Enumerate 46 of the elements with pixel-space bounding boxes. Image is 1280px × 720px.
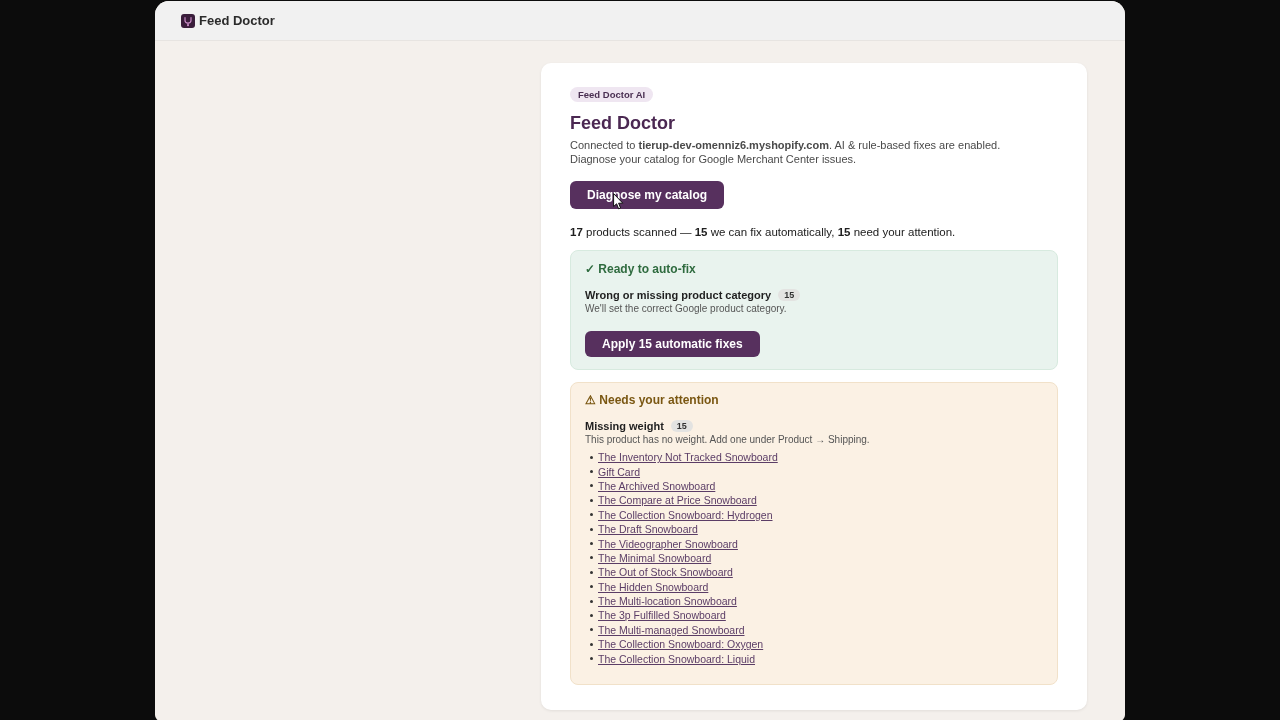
product-link[interactable]: The Compare at Price Snowboard (598, 493, 757, 508)
product-link[interactable]: The Collection Snowboard: Hydrogen (598, 507, 773, 522)
product-link[interactable]: The Collection Snowboard: Oxygen (598, 637, 764, 652)
count-badge: 15 (670, 420, 693, 432)
bullet-icon (590, 527, 593, 531)
product-link[interactable]: Gift Card (598, 464, 640, 479)
bullet-icon (590, 484, 593, 488)
count-badge: 15 (778, 289, 801, 301)
product-link[interactable]: The Draft Snowboard (598, 522, 698, 537)
bullet-icon (590, 614, 593, 617)
product-link[interactable]: The Archived Snowboard (598, 478, 716, 493)
logo-icon (181, 13, 195, 28)
bullet-icon (590, 455, 593, 459)
app-title: Feed Doctor (199, 12, 275, 29)
product-link[interactable]: The Collection Snowboard: Liquid (598, 651, 755, 666)
bullet-icon (590, 542, 593, 546)
bullet-icon (590, 585, 593, 589)
bullet-icon (590, 498, 593, 502)
product-link[interactable]: The 3p Fulfilled Snowboard (598, 608, 726, 623)
issue-description: This product has no weight. Add one under Product → Shipping. (585, 433, 871, 446)
product-link[interactable]: The Videographer Snowboard (598, 536, 738, 551)
bullet-icon (590, 470, 593, 474)
ai-badge: Feed Doctor AI (570, 87, 654, 102)
bullet-icon (590, 556, 593, 560)
product-link[interactable]: The Hidden Snowboard (598, 579, 709, 594)
diagnose-button[interactable]: Diagnose my catalog (570, 181, 725, 209)
bullet-icon (590, 513, 593, 517)
connection-description: Connected to tierup-dev-omenniz6.myshopify.com. AI & rule-based fixes are enabled. Diagnose your catalog for Google Merchant Center issues. (570, 138, 1002, 166)
page-title: Feed Doctor (570, 112, 675, 134)
bullet-icon (590, 599, 593, 603)
issue-description: We'll set the correct Google product category. (585, 302, 788, 315)
section-heading: ✓ Ready to auto-fix (585, 261, 697, 277)
apply-fixes-button[interactable]: Apply 15 automatic fixes (585, 331, 760, 357)
product-link[interactable]: The Multi-location Snowboard (598, 594, 737, 609)
bullet-icon (590, 642, 593, 646)
scan-summary: 17 products scanned — 15 we can fix automatically, 15 need your attention. (570, 225, 956, 239)
section-heading: ⚠ Needs your attention (585, 392, 720, 408)
product-link[interactable]: The Out of Stock Snowboard (598, 565, 733, 580)
product-link[interactable]: The Inventory Not Tracked Snowboard (598, 450, 778, 465)
bullet-icon (590, 570, 593, 574)
bullet-icon (590, 657, 593, 661)
issue-title: Missing weight (585, 419, 664, 433)
issue-title: Wrong or missing product category (585, 288, 772, 302)
product-link[interactable]: The Minimal Snowboard (598, 550, 712, 565)
product-link[interactable]: The Multi-managed Snowboard (598, 622, 745, 637)
bullet-icon (590, 628, 593, 632)
